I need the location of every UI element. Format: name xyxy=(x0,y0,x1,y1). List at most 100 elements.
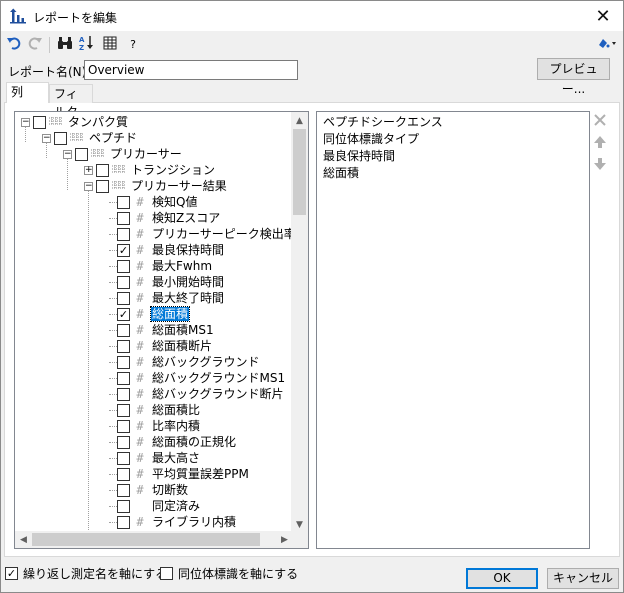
preview-button[interactable]: プレビュー... xyxy=(537,58,610,96)
tree-node-label: 検知Q値 xyxy=(152,195,198,209)
tree-node-checkbox[interactable] xyxy=(117,275,130,289)
tree-node-checkbox[interactable] xyxy=(117,323,130,337)
tree-node-checkbox[interactable] xyxy=(117,339,130,353)
tree-node-checkbox[interactable] xyxy=(96,179,109,193)
find-button[interactable] xyxy=(55,34,75,54)
tree-node-label: プリカーサー xyxy=(110,147,182,161)
tree-node[interactable]: ✓ # 最良保持時間 xyxy=(109,242,225,258)
tree-node-checkbox[interactable] xyxy=(75,147,88,161)
collapse-icon[interactable]: − xyxy=(21,117,30,127)
ok-button[interactable]: OK xyxy=(466,568,538,589)
tree-node-checkbox[interactable] xyxy=(117,387,130,401)
tree-node-checkbox[interactable] xyxy=(117,227,130,241)
help-button[interactable]: ? xyxy=(123,34,143,54)
tree-node-checkbox[interactable] xyxy=(33,115,46,129)
tree-vertical-scrollbar[interactable]: ▲ ▼ xyxy=(291,112,308,533)
tree-node[interactable]: − タンパク質 xyxy=(21,114,129,130)
collapse-icon[interactable]: − xyxy=(63,149,72,159)
tree-node-checkbox[interactable] xyxy=(117,403,130,417)
scroll-left-icon[interactable]: ◀ xyxy=(15,531,32,548)
tree-node-checkbox[interactable]: ✓ xyxy=(117,243,130,257)
tree-node-checkbox[interactable] xyxy=(117,371,130,385)
column-tree[interactable]: − タンパク質 − ペプチド − プリカーサー + トランジション − プリカーサー結果 # 検知Q値… xyxy=(14,111,309,549)
tree-node[interactable]: # 比率内積 xyxy=(109,418,201,434)
selected-column-item[interactable]: 総面積 xyxy=(323,165,583,182)
move-down-button[interactable] xyxy=(592,157,608,173)
selected-columns-list[interactable]: ペプチドシークエンス 同位体標識タイプ 最良保持時間 総面積 xyxy=(316,111,590,549)
tree-node[interactable]: # 総バックグラウンドMS1 xyxy=(109,370,286,386)
tree-node-checkbox[interactable] xyxy=(96,163,109,177)
tree-node[interactable]: # 最大Fwhm xyxy=(109,258,213,274)
tree-node-label: 最大高さ xyxy=(152,451,201,465)
tree-node[interactable]: − ペプチド xyxy=(42,130,138,146)
remove-button[interactable] xyxy=(592,113,608,129)
tree-node-checkbox[interactable] xyxy=(117,435,130,449)
move-up-button[interactable] xyxy=(592,135,608,151)
tree-node[interactable]: # 最大高さ xyxy=(109,450,201,466)
tree-node-checkbox[interactable]: ✓ xyxy=(117,307,130,321)
tab-columns[interactable]: 列 xyxy=(6,82,49,103)
tree-node-checkbox[interactable] xyxy=(117,291,130,305)
tree-node-checkbox[interactable] xyxy=(117,259,130,273)
collapse-icon[interactable]: − xyxy=(84,181,93,191)
pivot-replicate-option[interactable]: ✓ 繰り返し測定名を軸にする xyxy=(5,565,167,582)
tree-node[interactable]: # 総面積断片 xyxy=(109,338,213,354)
collapse-icon[interactable]: − xyxy=(42,133,51,143)
tree-node-checkbox[interactable] xyxy=(117,483,130,497)
tree-node-label: プリカーサー結果 xyxy=(131,179,227,193)
tree-node[interactable]: # 総面積の正規化 xyxy=(109,434,237,450)
tree-branch-line xyxy=(109,474,117,475)
tree-node-label: 最大終了時間 xyxy=(152,291,225,305)
cancel-button[interactable]: キャンセル xyxy=(547,568,619,589)
tree-node[interactable]: # 総バックグラウンド断片 xyxy=(109,386,285,402)
tree-node[interactable]: # 平均質量誤差PPM xyxy=(109,466,250,482)
tree-node-checkbox[interactable] xyxy=(117,419,130,433)
tree-node[interactable]: + トランジション xyxy=(84,162,216,178)
tree-node-checkbox[interactable] xyxy=(54,131,67,145)
tree-node-checkbox[interactable] xyxy=(117,499,130,513)
scroll-thumb[interactable] xyxy=(293,129,306,215)
tree-node[interactable]: ✓ # 総面積 xyxy=(109,306,191,322)
tree-node[interactable]: # 最大終了時間 xyxy=(109,290,225,306)
selected-column-item[interactable]: 同位体標識タイプ xyxy=(323,131,583,148)
scroll-thumb-horizontal[interactable] xyxy=(32,533,260,546)
tree-node[interactable]: # 総面積MS1 xyxy=(109,322,215,338)
sort-button[interactable]: AZ xyxy=(77,34,97,54)
tree-node[interactable]: # 検知Q値 xyxy=(109,194,198,210)
undo-button[interactable] xyxy=(4,34,24,54)
tree-node-checkbox[interactable] xyxy=(117,451,130,465)
pivot-isotope-option[interactable]: 同位体標識を軸にする xyxy=(160,565,298,582)
close-button[interactable]: ✕ xyxy=(583,1,623,31)
selected-column-item[interactable]: ペプチドシークエンス xyxy=(323,114,583,131)
style-dropdown-button[interactable] xyxy=(594,34,620,54)
tree-node[interactable]: 同定済み xyxy=(109,498,201,514)
grid-button[interactable] xyxy=(100,34,120,54)
tree-node-checkbox[interactable] xyxy=(117,515,130,529)
tree-node[interactable]: # 最小開始時間 xyxy=(109,274,225,290)
tree-node[interactable]: # 切断数 xyxy=(109,482,189,498)
scroll-up-icon[interactable]: ▲ xyxy=(291,112,308,129)
pivot-isotope-checkbox[interactable] xyxy=(160,567,173,580)
pivot-replicate-checkbox[interactable]: ✓ xyxy=(5,567,18,580)
tree-branch-line xyxy=(109,346,117,347)
tree-node[interactable]: # プリカーサーピーク検出率 xyxy=(109,226,293,242)
table-icon xyxy=(69,132,85,144)
tree-horizontal-scrollbar[interactable]: ◀ ▶ xyxy=(15,531,293,548)
tree-node-checkbox[interactable] xyxy=(117,211,130,225)
tree-node[interactable]: # 検知Zスコア xyxy=(109,210,221,226)
redo-button[interactable] xyxy=(25,34,45,54)
report-name-input[interactable]: Overview xyxy=(84,60,298,80)
tree-node-checkbox[interactable] xyxy=(117,195,130,209)
tab-filter[interactable]: フィルタ xyxy=(49,84,93,119)
expand-icon[interactable]: + xyxy=(84,165,93,175)
selected-column-item[interactable]: 最良保持時間 xyxy=(323,148,583,165)
tree-node-checkbox[interactable] xyxy=(117,355,130,369)
tree-node[interactable]: # 総バックグラウンド xyxy=(109,354,261,370)
help-icon: ? xyxy=(130,37,136,51)
tree-node[interactable]: − プリカーサー xyxy=(63,146,183,162)
tree-node[interactable]: − プリカーサー結果 xyxy=(84,178,228,194)
tree-node-checkbox[interactable] xyxy=(117,467,130,481)
move-down-icon xyxy=(593,157,607,174)
tree-node[interactable]: # 総面積比 xyxy=(109,402,201,418)
tree-node[interactable]: # ライブラリ内積 xyxy=(109,514,237,530)
